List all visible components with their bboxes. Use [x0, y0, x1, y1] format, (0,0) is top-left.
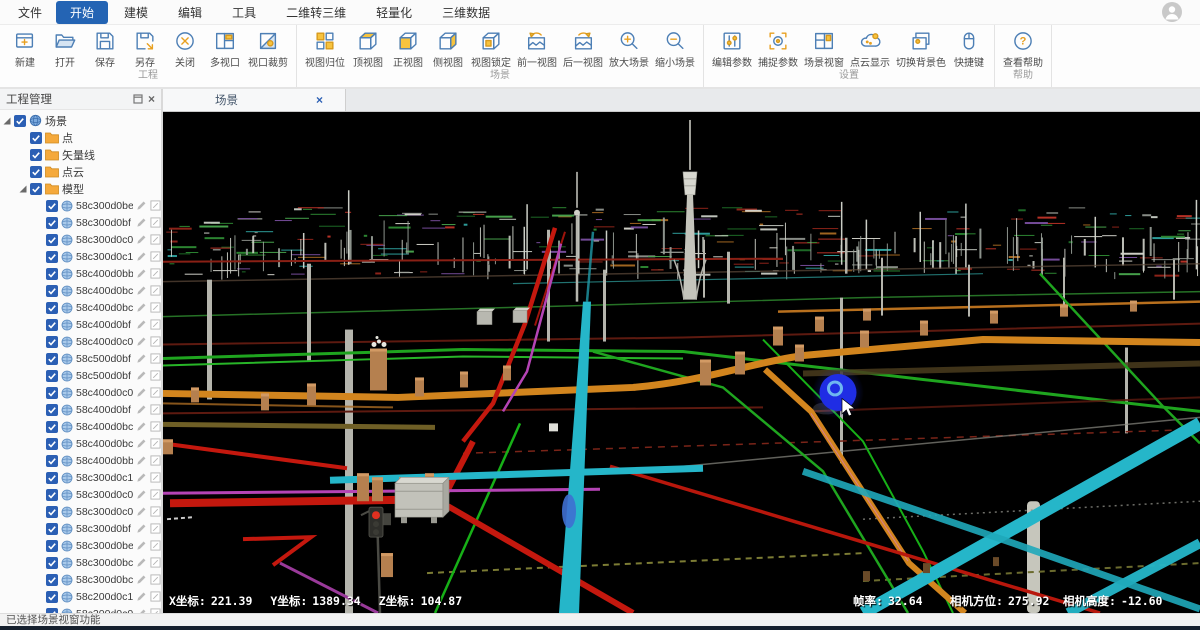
toolbar-button-cubetop[interactable]: 顶视图 [348, 28, 388, 70]
toolbar-button-help[interactable]: ?查看帮助 [1000, 28, 1046, 70]
tree-node-model-1[interactable]: 58c300d0bf [0, 214, 161, 231]
scene-transformer-box [395, 477, 449, 523]
tab-scene[interactable]: 场景 × [163, 89, 346, 111]
tab-close-icon[interactable]: × [316, 93, 323, 107]
tree-node-model-19[interactable]: 58c300d0bf [0, 520, 161, 537]
tree-node-model-16[interactable]: 58c300d0c1 [0, 469, 161, 486]
user-avatar-icon[interactable] [1162, 2, 1182, 22]
toolbar-button-clipview[interactable]: 视口裁剪 [245, 28, 291, 70]
coordinate-readout: X坐标:221.39 Y坐标:1389.34 Z坐标:104.87 [169, 593, 462, 609]
tree-node-model-10[interactable]: 58c500d0bf [0, 367, 161, 384]
ribbon-group: ?查看帮助帮助 [995, 25, 1052, 87]
tree-node-model-23[interactable]: 58c200d0c1 [0, 588, 161, 605]
tree-node-model-13[interactable]: 58c400d0bc [0, 418, 161, 435]
tree-node-model-5[interactable]: 58c400d0bc [0, 282, 161, 299]
status-message: 已选择场景视窗功能 [6, 615, 101, 626]
project-tree: 场景点矢量线点云模型58c300d0be58c300d0bf58c300d0c0… [0, 110, 161, 613]
ribbon-group: 视图归位顶视图正视图侧视图视图锁定前一视图后一视图放大场景缩小场景场景 [297, 25, 704, 87]
toolbar-button-cubeside[interactable]: 侧视图 [428, 28, 468, 70]
menu-tab-0[interactable]: 开始 [56, 1, 108, 24]
tree-node-model-17[interactable]: 58c300d0c0 [0, 486, 161, 503]
tree-node-model-18[interactable]: 58c300d0c0 [0, 503, 161, 520]
ribbon-group-label: 设置 [709, 70, 989, 82]
toolbar-button-togglebg[interactable]: 切换背景色 [893, 28, 949, 70]
toolbar-button-hotkey[interactable]: 快捷键 [949, 28, 989, 70]
tab-label: 场景 [215, 92, 238, 108]
tree-node-folder-3[interactable]: 模型 [0, 180, 161, 197]
toolbar-button-open[interactable]: 打开 [45, 28, 85, 70]
menu-tab-1[interactable]: 建模 [110, 1, 162, 24]
window-bottom-edge [0, 626, 1200, 630]
status-bar: 已选择场景视窗功能 [0, 613, 1200, 626]
toolbar-button-viewhome[interactable]: 视图归位 [302, 28, 348, 70]
tree-node-model-6[interactable]: 58c400d0bc [0, 299, 161, 316]
tree-node-folder-2[interactable]: 点云 [0, 163, 161, 180]
toolbar-button-multiview[interactable]: 多视口 [205, 28, 245, 70]
toolbar-button-cubefront[interactable]: 正视图 [388, 28, 428, 70]
menu-tabs: 开始建模编辑工具二维转三维轻量化三维数据 [56, 1, 504, 24]
tree-node-model-8[interactable]: 58c400d0c0 [0, 333, 161, 350]
ribbon-group: 新建打开保存另存关闭多视口视口裁剪工程 [0, 25, 297, 87]
toolbar-button-new[interactable]: 新建 [5, 28, 45, 70]
toolbar-button-pointcloud[interactable]: 点云显示 [847, 28, 893, 70]
scene-selection-marker[interactable] [812, 366, 864, 418]
ribbon-group-label: 场景 [302, 70, 698, 82]
tree-node-folder-1[interactable]: 矢量线 [0, 146, 161, 163]
svg-text:?: ? [1020, 36, 1027, 48]
tree-node-model-20[interactable]: 58c300d0be [0, 537, 161, 554]
tree-node-model-9[interactable]: 58c500d0bf [0, 350, 161, 367]
toolbar-button-close[interactable]: 关闭 [165, 28, 205, 70]
toolbar-button-save[interactable]: 保存 [85, 28, 125, 70]
document-tabbar: 场景 × [163, 89, 1200, 112]
toolbar-button-cubelock[interactable]: 视图锁定 [468, 28, 514, 70]
panel-title: 工程管理 [6, 91, 52, 107]
tree-node-model-12[interactable]: 58c400d0bf [0, 401, 161, 418]
tree-node-model-21[interactable]: 58c300d0bc [0, 554, 161, 571]
framerate-readout: 帧率:32.64 [853, 593, 923, 609]
menu-bar: 文件 开始建模编辑工具二维转三维轻量化三维数据 [0, 0, 1200, 25]
application-window: 文件 开始建模编辑工具二维转三维轻量化三维数据 新建打开保存另存关闭多视口视口裁… [0, 0, 1200, 630]
scene-viewport[interactable]: X坐标:221.39 Y坐标:1389.34 Z坐标:104.87 帧率:32.… [163, 112, 1200, 613]
menu-tab-2[interactable]: 编辑 [164, 1, 216, 24]
tree-node-model-15[interactable]: 58c400d0bb [0, 452, 161, 469]
ribbon-group-label: 工程 [5, 70, 291, 82]
toolbar-button-editparams[interactable]: 编辑参数 [709, 28, 755, 70]
tree-node-model-4[interactable]: 58c400d0bb [0, 265, 161, 282]
float-panel-icon[interactable] [133, 94, 143, 104]
tree-node-model-7[interactable]: 58c400d0bf [0, 316, 161, 333]
scene-tv-tower [674, 120, 706, 300]
menu-file[interactable]: 文件 [4, 2, 56, 23]
menu-tab-4[interactable]: 二维转三维 [272, 1, 360, 24]
toolbar-button-saveas[interactable]: 另存 [125, 28, 165, 70]
ribbon-group-label: 帮助 [1000, 70, 1046, 82]
close-panel-icon[interactable]: × [148, 94, 155, 104]
ribbon-group: 编辑参数捕捉参数场景视窗点云显示切换背景色快捷键设置 [704, 25, 995, 87]
toolbar-ribbon: 新建打开保存另存关闭多视口视口裁剪工程视图归位顶视图正视图侧视图视图锁定前一视图… [0, 25, 1200, 89]
tree-node-model-14[interactable]: 58c400d0bc [0, 435, 161, 452]
tree-node-folder-0[interactable]: 点 [0, 129, 161, 146]
toolbar-button-scenewindow[interactable]: 场景视窗 [801, 28, 847, 70]
toolbar-button-nextview[interactable]: 后一视图 [560, 28, 606, 70]
menu-tab-5[interactable]: 轻量化 [362, 1, 426, 24]
scene-3d-view [163, 112, 1200, 613]
toolbar-button-snapparams[interactable]: 捕捉参数 [755, 28, 801, 70]
scene-distant-lines [163, 259, 1200, 345]
tree-node-model-22[interactable]: 58c300d0bc [0, 571, 161, 588]
scene-small-cabinets [477, 308, 558, 432]
camera-azimuth-readout: 相机方位:275.92 [950, 593, 1049, 609]
toolbar-button-zoomin[interactable]: 放大场景 [606, 28, 652, 70]
tree-node-model-0[interactable]: 58c300d0be [0, 197, 161, 214]
tree-node-model-11[interactable]: 58c400d0c0 [0, 384, 161, 401]
tree-node-model-24[interactable]: 58c200d0c0 [0, 605, 161, 613]
menu-tab-6[interactable]: 三维数据 [428, 1, 504, 24]
toolbar-button-prevview[interactable]: 前一视图 [514, 28, 560, 70]
toolbar-button-zoomout[interactable]: 缩小场景 [652, 28, 698, 70]
tree-node-model-3[interactable]: 58c300d0c1 [0, 248, 161, 265]
menu-tab-3[interactable]: 工具 [218, 1, 270, 24]
camera-height-readout: 相机高度:-12.60 [1063, 593, 1162, 609]
project-panel-header: 工程管理 × [0, 89, 161, 110]
tree-node-model-2[interactable]: 58c300d0c0 [0, 231, 161, 248]
project-panel: 工程管理 × 场景点矢量线点云模型58c300d0be58c300d0bf58c… [0, 89, 163, 613]
tree-node-scene[interactable]: 场景 [0, 112, 161, 129]
